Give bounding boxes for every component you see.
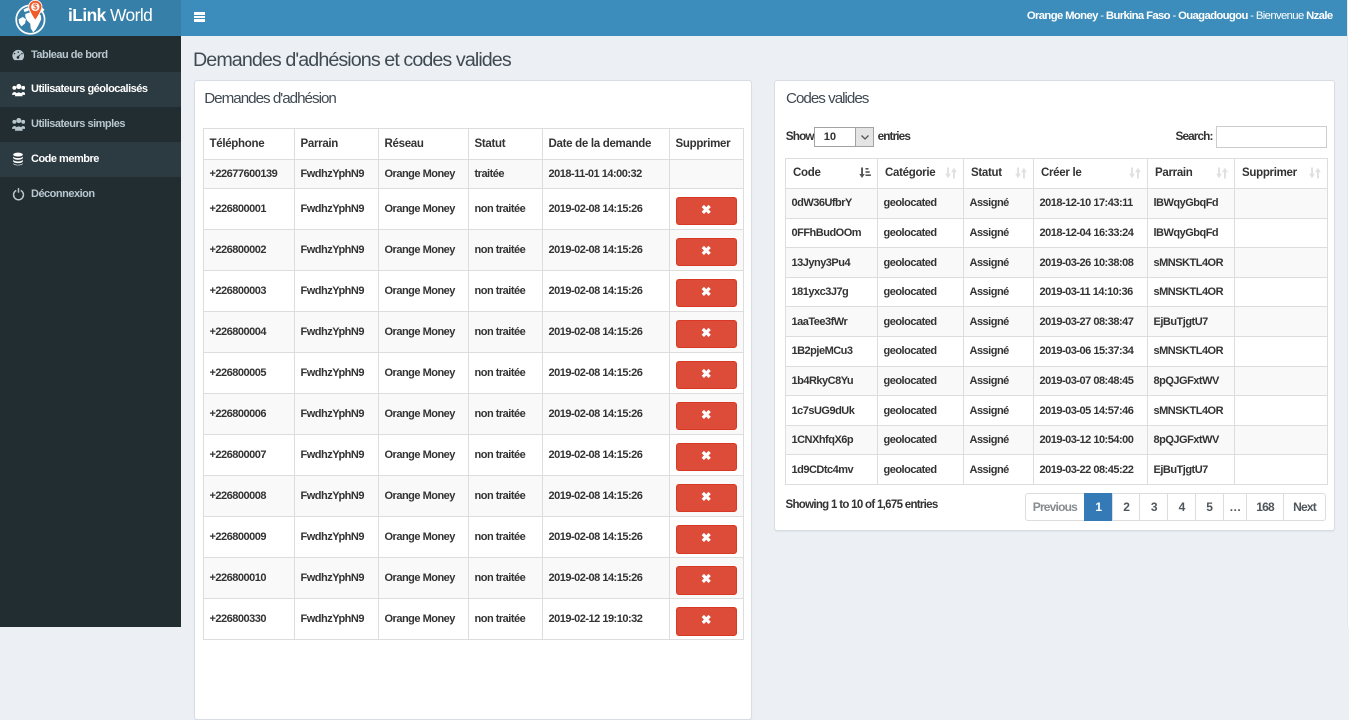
svg-text:$: $: [33, 3, 38, 12]
